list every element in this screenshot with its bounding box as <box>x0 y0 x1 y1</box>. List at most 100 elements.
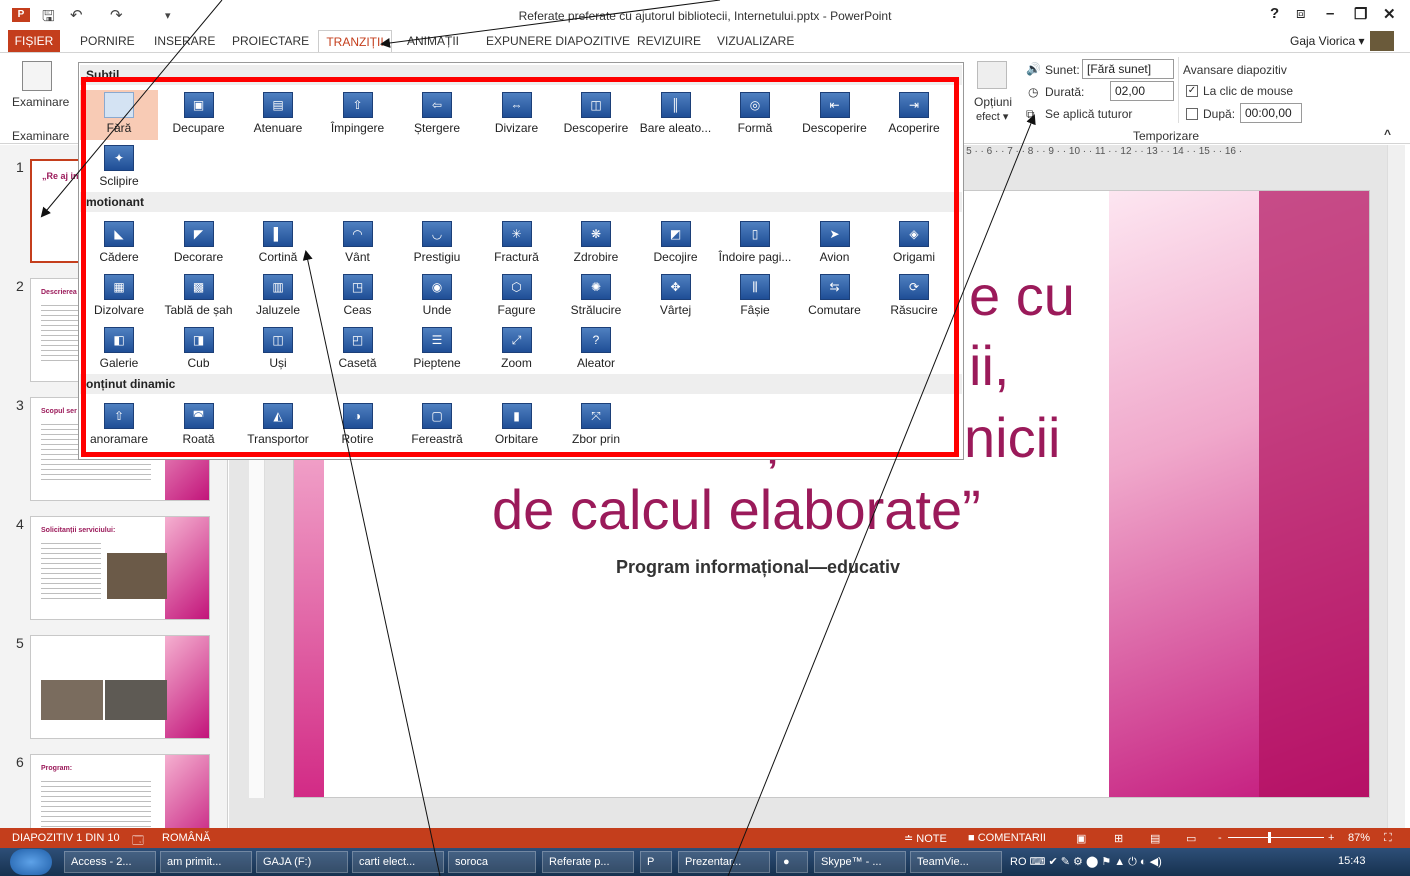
fit-slide-icon[interactable]: ⛶ <box>1384 832 1392 845</box>
transition-option[interactable]: ◧ Galerie <box>80 325 158 375</box>
transition-option[interactable]: ▥ Jaluzele <box>239 272 317 322</box>
transition-option[interactable]: ✺ Strălucire <box>557 272 635 322</box>
maximize-button[interactable]: ❐ <box>1354 5 1367 23</box>
transition-option[interactable]: ✳ Fractură <box>478 219 556 269</box>
customize-qat-icon[interactable]: ▾ <box>165 9 171 22</box>
after-checkbox[interactable] <box>1186 108 1198 120</box>
transition-option[interactable]: ◎ Formă <box>716 90 794 140</box>
slide-sorter-icon[interactable]: ⊞ <box>1114 832 1123 845</box>
transition-option[interactable]: ⬡ Fagure <box>478 272 556 322</box>
normal-view-icon[interactable]: ▣ <box>1076 832 1086 845</box>
transition-option[interactable]: ◫ Descoperire <box>557 90 635 140</box>
collapse-ribbon-icon[interactable]: ^ <box>1384 127 1391 141</box>
avatar[interactable] <box>1370 31 1394 51</box>
transition-option[interactable]: ◩ Decojire <box>637 219 715 269</box>
tab-home[interactable]: PORNIRE <box>80 34 135 48</box>
transition-option[interactable]: ▤ Atenuare <box>239 90 317 140</box>
transition-option[interactable]: ▯ Îndoire pagi... <box>716 219 794 269</box>
apply-all-button[interactable]: Se aplică tuturor <box>1045 107 1132 121</box>
taskbar-folder-soroca[interactable]: soroca <box>448 851 536 873</box>
undo-icon[interactable]: ↶ <box>70 6 83 24</box>
tab-file[interactable]: FIȘIER <box>8 30 60 52</box>
transition-option[interactable]: ⇦ Ștergere <box>398 90 476 140</box>
transition-option[interactable]: ◉ Unde <box>398 272 476 322</box>
transition-option[interactable]: ⤢ Zoom <box>478 325 556 375</box>
editor-scrollbar[interactable] <box>1387 145 1405 828</box>
preview-icon[interactable] <box>22 61 52 91</box>
system-tray[interactable]: RO ⌨ ✔ ✎ ⚙ ⬤ ⚑ ▲ ⏻ ◐ ◀) <box>1010 855 1162 869</box>
user-name[interactable]: Gaja Viorica ▾ <box>1290 34 1365 48</box>
start-button[interactable] <box>10 849 52 875</box>
taskbar-teamviewer[interactable]: TeamVie... <box>910 851 1002 873</box>
help-button[interactable]: ? <box>1270 5 1279 22</box>
tab-design[interactable]: PROIECTARE <box>232 34 309 48</box>
transition-option[interactable]: ◳ Ceas <box>319 272 397 322</box>
transition-option[interactable]: ▣ Decupare <box>160 90 238 140</box>
duration-field[interactable]: 02,00 <box>1110 81 1174 101</box>
after-field[interactable]: 00:00,00 <box>1240 103 1302 123</box>
transition-option[interactable]: ◠ Vânt <box>319 219 397 269</box>
zoom-level[interactable]: 87% <box>1348 832 1370 844</box>
effect-options-dropdown[interactable]: efect ▾ <box>976 110 1008 123</box>
taskbar-word[interactable]: Prezentar... <box>678 851 770 873</box>
taskbar-folder[interactable]: carti elect... <box>352 851 444 873</box>
clock[interactable]: 15:43 <box>1338 855 1366 867</box>
taskbar-skype[interactable]: Skype™ - ... <box>814 851 906 873</box>
transition-option[interactable]: ▌ Cortină <box>239 219 317 269</box>
transition-option[interactable]: ◤ Decorare <box>160 219 238 269</box>
tab-slideshow[interactable]: EXPUNERE DIAPOZITIVE <box>486 34 630 48</box>
transition-option[interactable]: ✥ Vârtej <box>637 272 715 322</box>
notes-button[interactable]: ≐ NOTE <box>904 832 947 845</box>
zoom-out-button[interactable]: - <box>1218 832 1222 844</box>
taskbar-powerpoint[interactable]: Referate p... <box>542 851 634 873</box>
save-icon[interactable]: 🖫 <box>42 6 55 31</box>
transition-option[interactable]: ⇧ anoramare <box>80 401 158 451</box>
zoom-in-button[interactable]: + <box>1328 832 1334 844</box>
tab-review[interactable]: REVIZUIRE <box>637 34 701 48</box>
ribbon-display-icon[interactable]: ⧈ <box>1296 5 1306 22</box>
transition-option[interactable]: ◰ Casetă <box>319 325 397 375</box>
transition-option[interactable]: ⇥ Acoperire <box>875 90 953 140</box>
transition-option[interactable]: ◭ Transportor <box>239 401 317 451</box>
close-button[interactable]: ✕ <box>1383 5 1396 23</box>
transition-option[interactable]: ◑ Rotire <box>319 401 397 451</box>
transition-option[interactable]: ? Aleator <box>557 325 635 375</box>
tab-transitions[interactable]: TRANZIȚII <box>318 30 392 53</box>
tab-animations[interactable]: ANIMAȚII <box>407 34 459 48</box>
transition-option[interactable]: ❋ Zdrobire <box>557 219 635 269</box>
sound-dropdown[interactable]: [Fără sunet] <box>1082 59 1174 79</box>
transition-option[interactable]: ⤧ Zbor prin <box>557 401 635 451</box>
slide-thumbnail-5[interactable] <box>30 635 210 739</box>
transition-option[interactable]: ⇤ Descoperire <box>796 90 874 140</box>
comments-button[interactable]: ■ COMENTARII <box>968 832 1046 844</box>
transition-option[interactable]: ☰ Pieptene <box>398 325 476 375</box>
taskbar-firefox[interactable]: ● <box>776 851 808 873</box>
transition-option[interactable]: ⇔ Divizare <box>478 90 556 140</box>
transition-option[interactable]: ✦ Sclipire <box>80 143 158 193</box>
slide-thumbnail-4[interactable]: Solicitanții serviciului: <box>30 516 210 620</box>
transition-option[interactable]: Fără <box>80 90 158 140</box>
transition-option[interactable]: ⇆ Comutare <box>796 272 874 322</box>
powerpoint-icon[interactable]: P <box>12 8 30 22</box>
zoom-slider-thumb[interactable] <box>1268 832 1271 843</box>
transition-option[interactable]: ⫼ Fâșie <box>716 272 794 322</box>
zoom-slider[interactable] <box>1228 837 1324 838</box>
transition-option[interactable]: ◫ Uși <box>239 325 317 375</box>
redo-icon[interactable]: ↷ <box>110 6 123 24</box>
transition-option[interactable]: ◈ Origami <box>875 219 953 269</box>
transition-option[interactable]: ║ Bare aleato... <box>637 90 715 140</box>
tab-view[interactable]: VIZUALIZARE <box>717 34 794 48</box>
transition-option[interactable]: ➤ Avion <box>796 219 874 269</box>
on-click-checkbox[interactable]: ✓ <box>1186 85 1198 97</box>
transition-option[interactable]: ◨ Cub <box>160 325 238 375</box>
taskbar-access[interactable]: Access - 2... <box>64 851 156 873</box>
transition-option[interactable]: ▩ Tablă de șah <box>160 272 238 322</box>
taskbar-powerpoint-2[interactable]: P <box>640 851 672 873</box>
reading-view-icon[interactable]: ▤ <box>1150 832 1160 845</box>
preview-button[interactable]: Examinare <box>12 95 69 109</box>
slide-thumbnail-6[interactable]: Program: <box>30 754 210 828</box>
minimize-button[interactable]: – <box>1326 5 1334 22</box>
transition-option[interactable]: ▦ Dizolvare <box>80 272 158 322</box>
slideshow-icon[interactable]: ▭ <box>1186 832 1196 845</box>
language-indicator[interactable]: ROMÂNĂ <box>162 832 210 844</box>
